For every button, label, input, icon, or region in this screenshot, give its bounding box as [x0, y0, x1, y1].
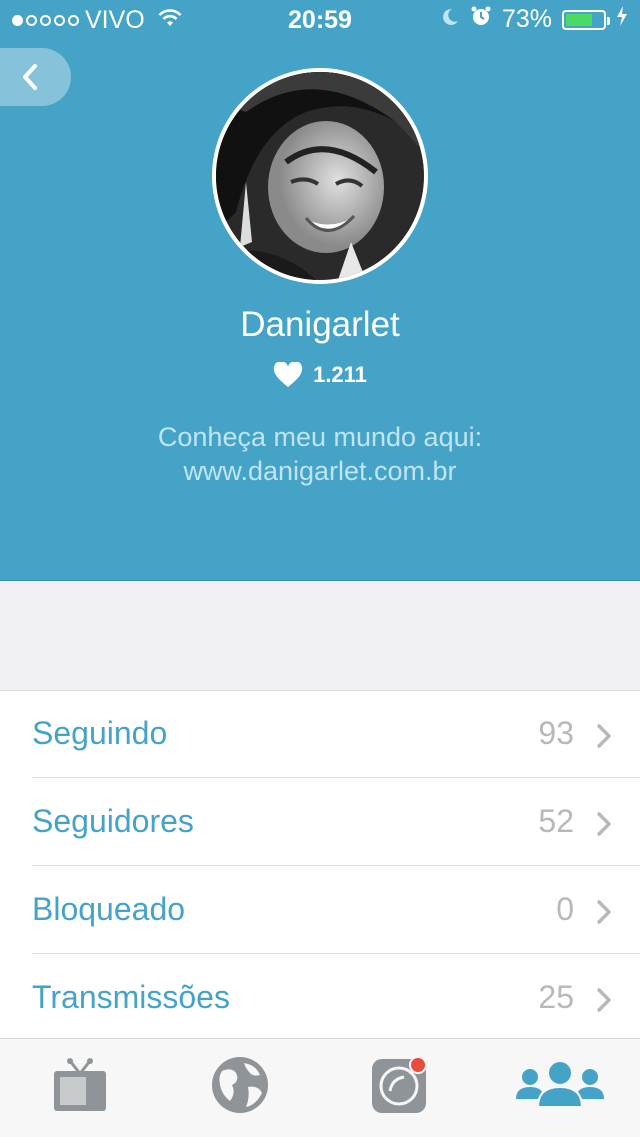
- profile-header: VIVO 20:59 73% Danigarlet 1.211 Conheça …: [0, 0, 640, 581]
- tab-broadcast[interactable]: [370, 1055, 430, 1115]
- row-count: 25: [538, 979, 574, 1015]
- notification-badge: [409, 1056, 427, 1074]
- profile-stats-list: Seguindo 93 Seguidores 52 Bloqueado 0 Tr…: [0, 690, 640, 1039]
- chevron-left-icon: [23, 64, 37, 90]
- back-button[interactable]: [0, 48, 71, 106]
- chevron-right-icon: [597, 812, 611, 836]
- list-row-bloqueado[interactable]: Bloqueado 0: [32, 867, 640, 954]
- tab-bar: [0, 1038, 640, 1137]
- profile-name: Danigarlet: [240, 305, 400, 344]
- tab-profile[interactable]: [516, 1055, 604, 1115]
- battery-percent: 73%: [501, 5, 552, 33]
- chevron-right-icon: [597, 724, 611, 748]
- people-icon: [516, 1060, 604, 1108]
- row-label: Seguindo: [32, 715, 168, 751]
- bio-link[interactable]: www.danigarlet.com.br: [0, 454, 640, 488]
- row-label: Seguidores: [32, 803, 194, 839]
- status-bar: VIVO 20:59 73%: [0, 0, 640, 40]
- list-row-seguidores[interactable]: Seguidores 52: [32, 779, 640, 866]
- row-label: Bloqueado: [32, 891, 186, 927]
- alarm-icon: [470, 5, 492, 34]
- tab-tv[interactable]: [50, 1055, 110, 1115]
- profile-bio: Conheça meu mundo aqui: www.danigarlet.c…: [0, 420, 640, 488]
- camera-icon: [372, 1056, 427, 1113]
- row-count: 52: [538, 803, 574, 839]
- tab-explore[interactable]: [210, 1055, 270, 1115]
- profile-photo: [216, 72, 424, 280]
- chevron-right-icon: [597, 988, 611, 1012]
- bio-line: Conheça meu mundo aqui:: [157, 422, 483, 452]
- row-count: 0: [556, 891, 574, 927]
- list-row-transmissoes[interactable]: Transmissões 25: [32, 955, 640, 1042]
- charging-icon: [616, 5, 628, 34]
- row-label: Transmissões: [32, 979, 230, 1015]
- avatar[interactable]: [212, 68, 428, 284]
- likes-value: 1.211: [313, 362, 367, 387]
- battery-icon: [562, 9, 610, 30]
- chevron-right-icon: [597, 900, 611, 924]
- globe-icon: [212, 1057, 268, 1113]
- tv-icon: [54, 1058, 106, 1111]
- heart-icon: [274, 362, 303, 387]
- row-count: 93: [538, 715, 574, 751]
- list-row-seguindo[interactable]: Seguindo 93: [32, 691, 640, 778]
- moon-icon: [440, 5, 460, 34]
- likes-count: 1.211: [0, 362, 640, 388]
